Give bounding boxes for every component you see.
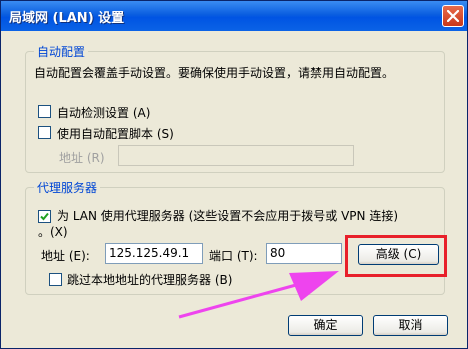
bypass-local-checkbox[interactable] (49, 273, 62, 286)
close-button[interactable] (442, 5, 464, 27)
title-bar[interactable]: 局域网 (LAN) 设置 (1, 1, 467, 31)
close-icon (447, 10, 459, 22)
proxy-address-label: 地址 (E): (41, 249, 90, 263)
pointer-arrow-icon (178, 271, 339, 319)
auto-detect-checkbox[interactable] (38, 105, 51, 118)
window-title: 局域网 (LAN) 设置 (9, 11, 125, 26)
auto-config-legend: 自动配置 (34, 43, 89, 60)
cancel-button[interactable]: 取消 (373, 315, 448, 336)
highlight-box (345, 235, 447, 277)
script-address-label: 地址 (R) (59, 151, 105, 165)
use-proxy-checkbox[interactable] (38, 210, 51, 223)
auto-config-description: 自动配置会覆盖手动设置。要确保使用手动设置，请禁用自动配置。 (34, 66, 395, 80)
script-address-field[interactable] (118, 145, 354, 166)
lan-settings-dialog: 局域网 (LAN) 设置 自动配置 自动配置会覆盖手动设置。要确保使用手动设置，… (0, 0, 468, 349)
auto-config-script-label[interactable]: 使用自动配置脚本 (S) (57, 125, 174, 142)
auto-detect-label[interactable]: 自动检测设置 (A) (57, 104, 150, 121)
checkmark-icon (40, 212, 49, 221)
auto-config-script-checkbox[interactable] (38, 126, 51, 139)
use-proxy-label[interactable]: 为 LAN 使用代理服务器 (这些设置不会应用于拨号或 VPN 连接) (57, 207, 398, 224)
proxy-server-legend: 代理服务器 (34, 179, 101, 196)
use-proxy-label-continued[interactable]: 。(X) (38, 223, 68, 240)
